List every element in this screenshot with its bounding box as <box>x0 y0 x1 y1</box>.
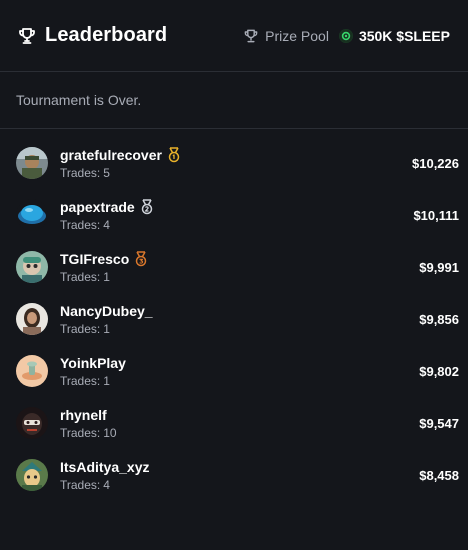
entry-info: TGIFresco Trades: 1 <box>60 251 419 284</box>
pnl-amount: $8,458 <box>419 467 459 483</box>
avatar <box>16 147 48 179</box>
name-line: papextrade <box>60 199 413 215</box>
trades-count: Trades: 1 <box>60 270 419 284</box>
trades-count: Trades: 5 <box>60 166 412 180</box>
entry-info: rhynelf Trades: 10 <box>60 407 419 440</box>
username[interactable]: NancyDubey_ <box>60 303 153 319</box>
trades-value: 1 <box>103 269 110 284</box>
pnl-amount: $9,856 <box>419 311 459 327</box>
entry-info: YoinkPlay Trades: 1 <box>60 355 419 388</box>
leaderboard-header: Leaderboard Prize Pool 350K $SLEEP <box>0 0 468 72</box>
trades-count: Trades: 4 <box>60 478 419 492</box>
trophy-icon <box>17 26 37 46</box>
username[interactable]: papextrade <box>60 199 135 215</box>
leaderboard-row[interactable]: papextrade Trades: 4 $10,111 <box>0 189 468 241</box>
avatar <box>16 355 48 387</box>
trades-count: Trades: 10 <box>60 426 419 440</box>
leaderboard-list: gratefulrecover Trades: 5 $10,226 papext… <box>0 129 468 501</box>
entry-info: papextrade Trades: 4 <box>60 199 413 232</box>
trades-label: Trades: <box>60 165 101 180</box>
trades-label: Trades: <box>60 321 101 336</box>
sleep-token-icon <box>338 28 353 43</box>
gold-medal-icon <box>167 146 181 163</box>
leaderboard-row[interactable]: TGIFresco Trades: 1 $9,991 <box>0 241 468 293</box>
avatar <box>16 407 48 439</box>
name-line: YoinkPlay <box>60 355 419 371</box>
trades-label: Trades: <box>60 373 101 388</box>
trades-value: 1 <box>103 373 110 388</box>
avatar <box>16 199 48 231</box>
avatar <box>16 303 48 335</box>
entry-info: NancyDubey_ Trades: 1 <box>60 303 419 336</box>
leaderboard-row[interactable]: NancyDubey_ Trades: 1 $9,856 <box>0 293 468 345</box>
leaderboard-panel: Leaderboard Prize Pool 350K $SLEEP Tourn… <box>0 0 468 550</box>
trades-label: Trades: <box>60 269 101 284</box>
trades-label: Trades: <box>60 477 101 492</box>
avatar <box>16 251 48 283</box>
entry-info: ItsAditya_xyz Trades: 4 <box>60 459 419 492</box>
trades-value: 4 <box>103 477 110 492</box>
name-line: ItsAditya_xyz <box>60 459 419 475</box>
username[interactable]: gratefulrecover <box>60 147 162 163</box>
pnl-amount: $10,111 <box>413 207 459 223</box>
name-line: TGIFresco <box>60 251 419 267</box>
pnl-amount: $9,802 <box>419 363 459 379</box>
prize-pool: Prize Pool 350K $SLEEP <box>243 28 450 44</box>
username[interactable]: TGIFresco <box>60 251 129 267</box>
trades-value: 1 <box>103 321 110 336</box>
page-title: Leaderboard <box>45 24 168 46</box>
trades-count: Trades: 1 <box>60 322 419 336</box>
name-line: gratefulrecover <box>60 147 412 163</box>
entry-info: gratefulrecover Trades: 5 <box>60 147 412 180</box>
trades-value: 5 <box>103 165 110 180</box>
trades-count: Trades: 4 <box>60 218 413 232</box>
trades-label: Trades: <box>60 425 101 440</box>
trades-count: Trades: 1 <box>60 374 419 388</box>
leaderboard-row[interactable]: YoinkPlay Trades: 1 $9,802 <box>0 345 468 397</box>
pnl-amount: $9,991 <box>419 259 459 275</box>
name-line: rhynelf <box>60 407 419 423</box>
pnl-amount: $10,226 <box>412 155 459 171</box>
username[interactable]: rhynelf <box>60 407 107 423</box>
leaderboard-row[interactable]: gratefulrecover Trades: 5 $10,226 <box>0 137 468 189</box>
pnl-amount: $9,547 <box>419 415 459 431</box>
username[interactable]: YoinkPlay <box>60 355 126 371</box>
name-line: NancyDubey_ <box>60 303 419 319</box>
bronze-medal-icon <box>134 250 148 267</box>
trades-value: 10 <box>103 425 117 440</box>
trades-label: Trades: <box>60 217 101 232</box>
username[interactable]: ItsAditya_xyz <box>60 459 149 475</box>
leaderboard-row[interactable]: ItsAditya_xyz Trades: 4 $8,458 <box>0 449 468 501</box>
trades-value: 4 <box>103 217 110 232</box>
title-group: Leaderboard <box>17 24 167 47</box>
prize-pool-value: 350K $SLEEP <box>358 27 450 44</box>
silver-medal-icon <box>140 198 154 215</box>
avatar <box>16 459 48 491</box>
prize-pool-label: Prize Pool <box>265 27 329 44</box>
trophy-icon <box>243 28 259 44</box>
leaderboard-row[interactable]: rhynelf Trades: 10 $9,547 <box>0 397 468 449</box>
tournament-status: Tournament is Over. <box>0 72 468 129</box>
